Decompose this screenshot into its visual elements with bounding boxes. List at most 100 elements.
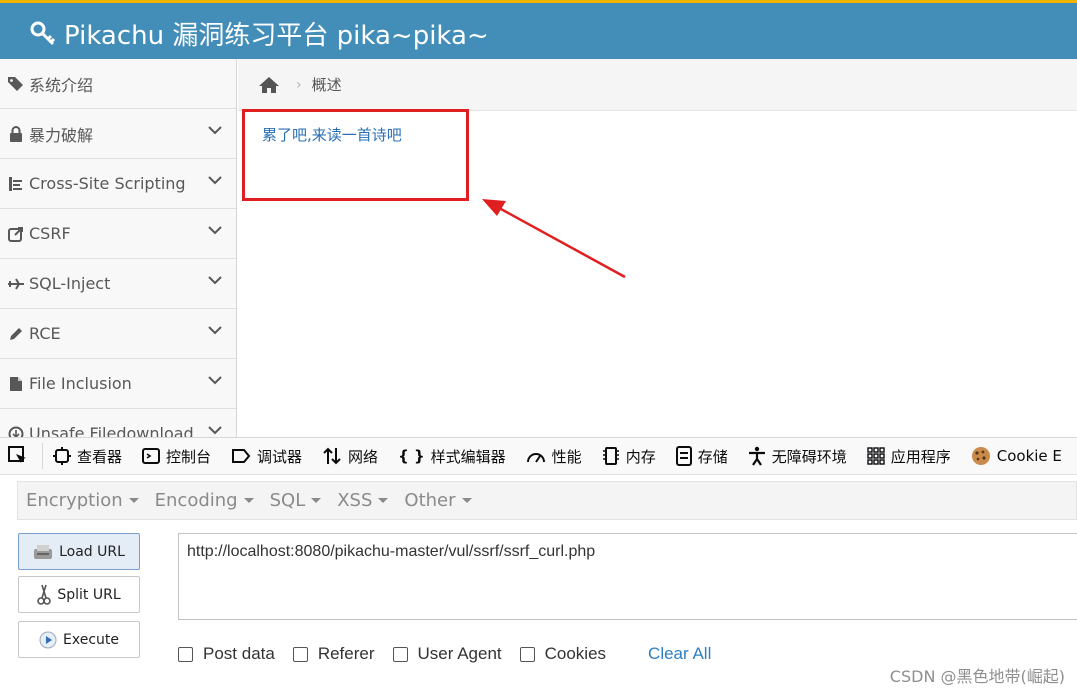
plane-icon [7,275,25,293]
accessibility-icon [748,446,765,466]
debugger-icon [232,449,251,463]
chevron-down-icon [208,426,222,435]
highlight-box [242,109,469,201]
hackbar-options: Post data Referer User Agent Cookies Cle… [178,641,711,667]
tab-label: 无障碍环境 [771,447,847,466]
tab-label: 调试器 [257,447,303,466]
menu-encoding[interactable]: Encoding [155,490,254,511]
tab-label: 查看器 [77,447,123,466]
button-label: Split URL [57,586,121,603]
caret-down-icon [378,498,389,503]
option-label: User Agent [417,644,502,663]
tab-inspector[interactable]: 查看器 [43,437,132,475]
key-icon [30,21,56,45]
sidebar-item-fileinclusion[interactable]: File Inclusion [0,359,236,409]
checkbox[interactable] [292,646,308,662]
checkbox[interactable] [392,646,408,662]
tab-application[interactable]: 应用程序 [857,437,961,475]
chevron-down-icon [208,226,222,235]
load-icon [34,544,53,559]
sidebar-item-label: RCE [29,324,61,343]
checkbox[interactable] [519,646,535,662]
memory-icon [602,447,619,465]
chevron-down-icon [208,376,222,385]
tab-label: 控制台 [166,447,212,466]
tab-memory[interactable]: 内存 [592,437,666,475]
tab-label: 存储 [697,447,728,466]
sidebar-item-label: SQL-Inject [29,274,111,293]
caret-down-icon [128,498,139,503]
tab-label: 样式编辑器 [430,447,506,466]
tags-icon [7,75,25,93]
tab-accessibility[interactable]: 无障碍环境 [738,437,857,475]
option-user-agent[interactable]: User Agent [392,644,502,664]
tab-console[interactable]: 控制台 [132,437,221,475]
pencil-icon [7,325,25,343]
option-label: Post data [203,644,275,663]
clear-all-link[interactable]: Clear All [648,644,711,664]
element-picker[interactable] [0,443,43,469]
inspector-icon [53,447,71,465]
chevron-down-icon [208,326,222,335]
sidebar-item-xss[interactable]: Cross-Site Scripting [0,159,236,209]
sidebar-item-label: Cross-Site Scripting [29,174,186,193]
sidebar-item-bruteforce[interactable]: 暴力破解 [0,109,236,159]
tab-label: 性能 [551,447,582,466]
option-label: Referer [317,644,375,663]
sidebar-item-label: CSRF [29,224,71,243]
tab-network[interactable]: 网络 [312,437,388,475]
menu-sql[interactable]: SQL [270,490,322,511]
chevron-down-icon [208,176,222,185]
lock-icon [7,125,25,143]
home-icon[interactable] [258,76,280,94]
tab-cookie-editor[interactable]: Cookie E [961,437,1072,475]
sidebar-item-filedownload[interactable]: Unsafe Filedownload [0,409,236,437]
sidebar-item-intro[interactable]: 系统介绍 [0,59,236,109]
sidebar-item-csrf[interactable]: CSRF [0,209,236,259]
sitemap-icon [7,175,25,193]
application-icon [867,447,885,465]
caret-down-icon [311,498,322,503]
menu-label: Encoding [154,490,238,511]
option-post-data[interactable]: Post data [178,644,275,664]
sidebar-item-label: 暴力破解 [29,125,94,145]
menu-label: XSS [337,490,373,511]
execute-button[interactable]: Execute [18,621,140,658]
breadcrumb: › 概述 [238,59,1077,111]
menu-encryption[interactable]: Encryption [26,490,139,511]
load-url-button[interactable]: Load URL [18,533,140,570]
play-icon [39,631,57,648]
tab-storage[interactable]: 存储 [666,437,738,475]
button-label: Load URL [59,543,125,560]
sidebar-item-sqlinject[interactable]: SQL-Inject [0,259,236,309]
style-editor-icon: { } [398,447,425,465]
brand[interactable]: Pikachu 漏洞练习平台 pika~pika~ [30,15,489,52]
split-url-button[interactable]: Split URL [18,576,140,613]
top-header: Pikachu 漏洞练习平台 pika~pika~ [0,0,1077,59]
sidebar-item-rce[interactable]: RCE [0,309,236,359]
menu-label: Encryption [26,490,123,511]
menu-label: Other [404,490,456,511]
checkbox[interactable] [178,646,193,662]
tab-debugger[interactable]: 调试器 [221,437,312,475]
hackbar-menu: Encryption Encoding SQL XSS Other [17,481,1077,520]
annotation-arrow [482,199,626,279]
tab-label: Cookie E [996,447,1062,465]
breadcrumb-current: 概述 [311,76,342,94]
menu-label: SQL [269,490,306,511]
option-referer[interactable]: Referer [292,644,375,664]
menu-other[interactable]: Other [404,490,472,511]
sidebar-item-label: File Inclusion [29,374,132,393]
download-icon [7,425,25,437]
picker-icon [8,446,26,463]
cookie-icon [971,447,990,465]
menu-xss[interactable]: XSS [337,490,389,511]
tab-style-editor[interactable]: { } 样式编辑器 [388,437,516,475]
button-label: Execute [63,631,119,648]
devtools-toolbar: 查看器 控制台 调试器 网络 { } 样式编辑器 性能 内存 存储 无障碍环境 … [0,437,1077,475]
url-textarea[interactable]: http://localhost:8080/pikachu-master/vul… [178,533,1077,620]
tab-performance[interactable]: 性能 [516,437,592,475]
performance-icon [526,453,545,463]
breadcrumb-separator: › [296,76,302,93]
option-cookies[interactable]: Cookies [519,644,606,664]
